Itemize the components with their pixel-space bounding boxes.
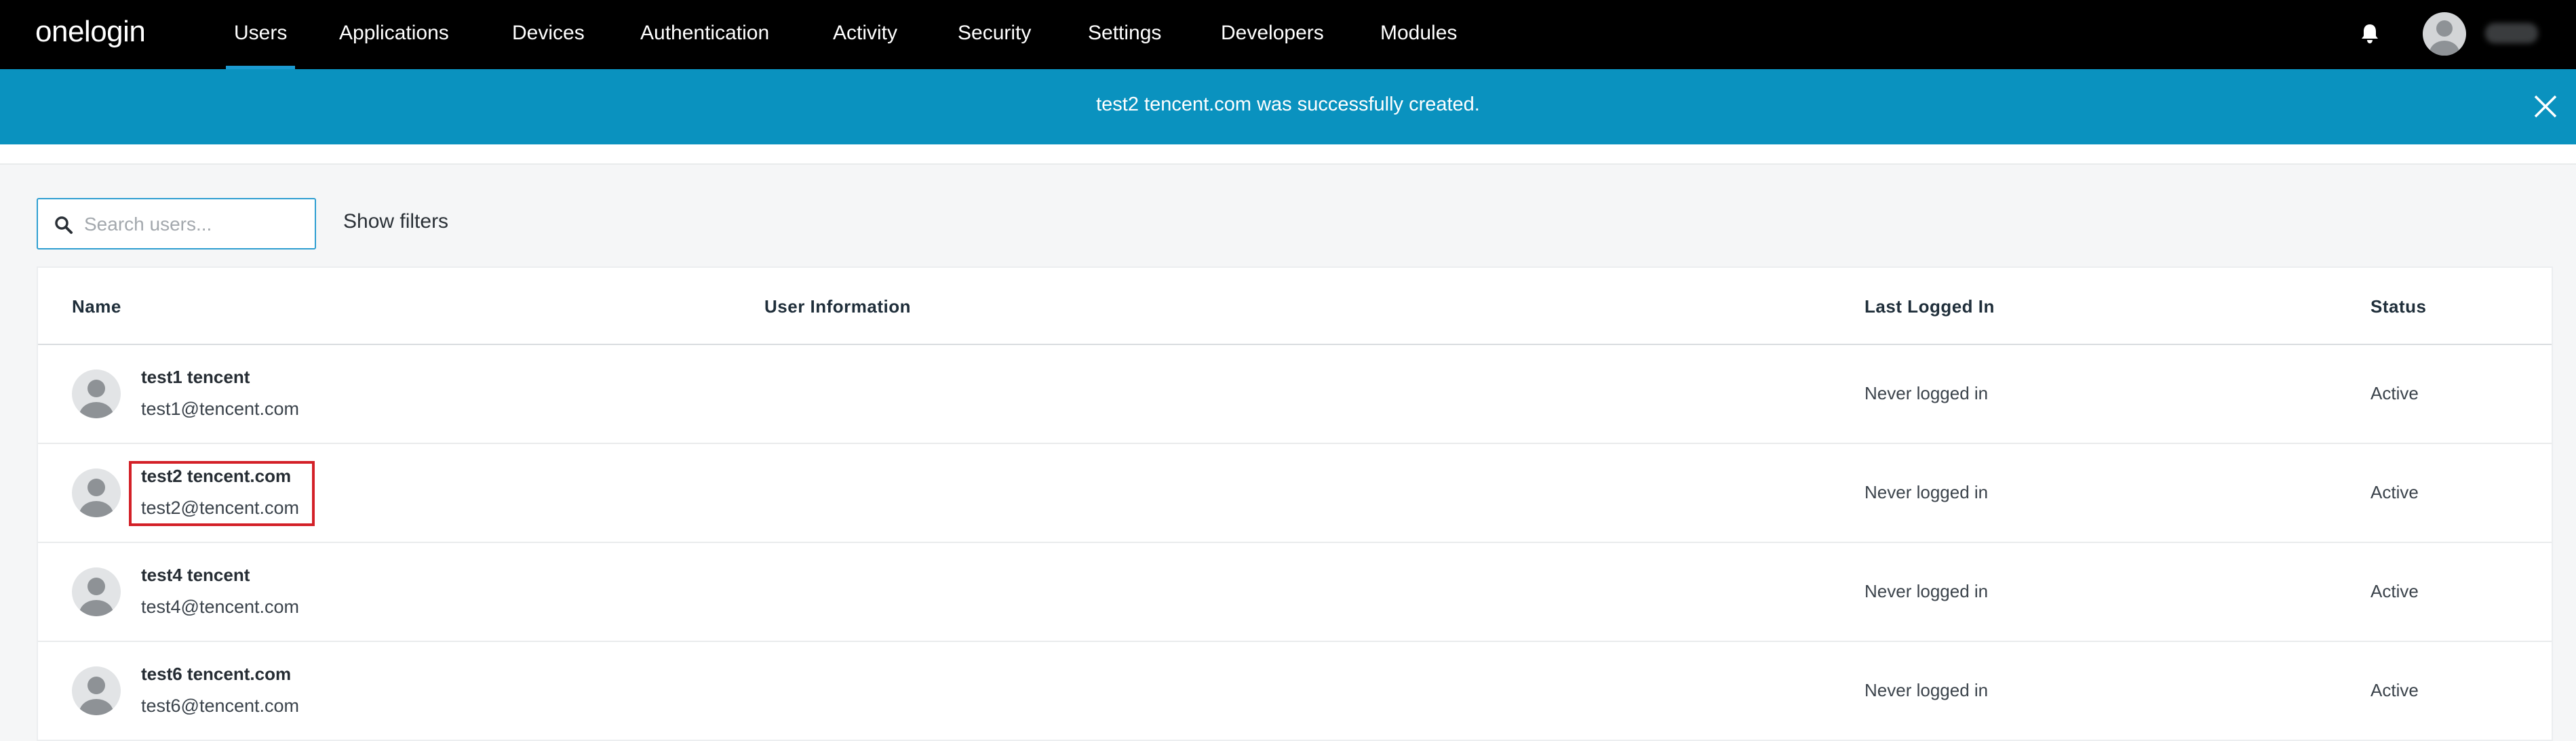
top-navigation-bar: onelogin Users Applications Devices Auth… xyxy=(0,0,2576,69)
users-table: Name User Information Last Logged In Sta… xyxy=(37,266,2553,741)
avatar xyxy=(72,468,121,517)
table-row[interactable]: test2 tencent.com test2@tencent.com Neve… xyxy=(38,444,2552,543)
user-name[interactable]: test1 tencent xyxy=(141,367,250,388)
nav-item-applications[interactable]: Applications xyxy=(336,0,452,69)
user-name-blurred[interactable] xyxy=(2485,23,2538,43)
nav-item-security[interactable]: Security xyxy=(955,0,1034,69)
status: Active xyxy=(2370,680,2419,700)
highlight-box xyxy=(129,461,315,526)
banner-message: test2 tencent.com was successfully creat… xyxy=(1096,94,1480,115)
last-logged-in: Never logged in xyxy=(1865,383,1989,403)
last-logged-in: Never logged in xyxy=(1865,482,1989,502)
nav-item-devices[interactable]: Devices xyxy=(509,0,587,69)
close-icon[interactable] xyxy=(2533,94,2558,119)
column-header-status[interactable]: Status xyxy=(2370,296,2426,317)
bell-icon[interactable] xyxy=(2358,22,2382,46)
table-row[interactable]: test1 tencent test1@tencent.com Never lo… xyxy=(38,345,2552,444)
user-email: test6@tencent.com xyxy=(141,696,300,716)
show-filters-link[interactable]: Show filters xyxy=(343,210,448,233)
last-logged-in: Never logged in xyxy=(1865,680,1989,700)
search-icon xyxy=(55,216,73,234)
column-header-name[interactable]: Name xyxy=(72,296,121,317)
nav-item-developers[interactable]: Developers xyxy=(1218,0,1327,69)
user-name[interactable]: test4 tencent xyxy=(141,565,250,586)
status: Active xyxy=(2370,383,2419,403)
table-row[interactable]: test6 tencent.com test6@tencent.com Neve… xyxy=(38,642,2552,741)
avatar xyxy=(72,567,121,616)
avatar xyxy=(72,666,121,715)
search-box[interactable] xyxy=(37,198,316,249)
column-header-user-information[interactable]: User Information xyxy=(764,296,911,317)
last-logged-in: Never logged in xyxy=(1865,581,1989,601)
nav-item-activity[interactable]: Activity xyxy=(830,0,900,69)
success-notification-banner: test2 tencent.com was successfully creat… xyxy=(0,69,2576,144)
status: Active xyxy=(2370,482,2419,502)
table-row[interactable]: test4 tencent test4@tencent.com Never lo… xyxy=(38,543,2552,642)
search-input[interactable] xyxy=(84,210,308,239)
nav-item-settings[interactable]: Settings xyxy=(1085,0,1164,69)
nav-item-authentication[interactable]: Authentication xyxy=(638,0,772,69)
onelogin-logo[interactable]: onelogin xyxy=(35,15,146,49)
user-email: test4@tencent.com xyxy=(141,597,300,617)
user-email: test1@tencent.com xyxy=(141,399,300,419)
page-header-strip xyxy=(0,144,2576,165)
avatar xyxy=(72,369,121,418)
user-name[interactable]: test6 tencent.com xyxy=(141,664,291,685)
nav-item-users[interactable]: Users xyxy=(225,0,296,69)
nav-item-modules[interactable]: Modules xyxy=(1378,0,1460,69)
user-avatar-icon[interactable] xyxy=(2423,12,2466,56)
column-header-last-logged-in[interactable]: Last Logged In xyxy=(1865,296,1995,317)
status: Active xyxy=(2370,581,2419,601)
